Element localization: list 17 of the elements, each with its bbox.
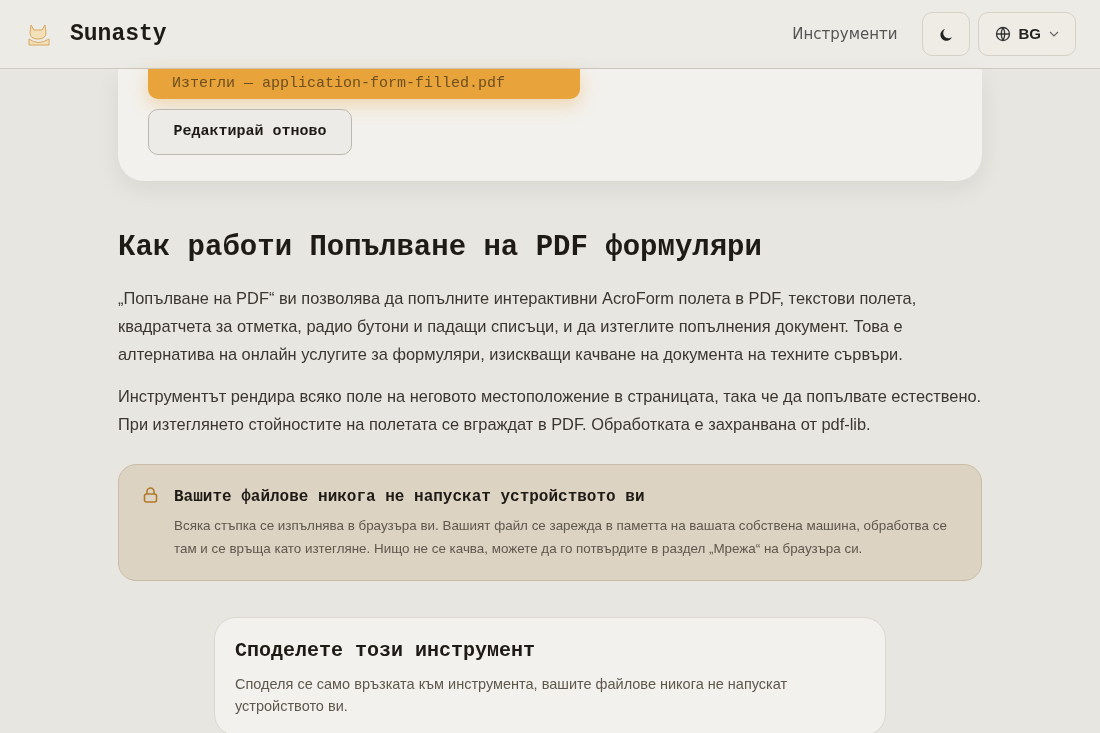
notice-text: Всяка стъпка се изпълнява в браузъра ви. Вашият файл се зарежда в паметта на вашата собствена машина, обработва се там и се връща като изтегляне. Нищо не се качва, можете да го потвърдите в раздел „Мрежа“ на браузъра си. (174, 516, 948, 558)
share-text: Споделя се само връзката към инструмента, вашите файлове никога не напускат устройството ви. (235, 674, 789, 716)
globe-icon (994, 26, 1011, 42)
paragraph: „Попълване на PDF“ ви позволява да попълните интерактивни AcroForm полета в PDF, текстови полета, квадратчета за отметка, радио бутони и падащи списъци, и да изтеглите попълнения документ. Това е алтернатива на онлайн услугите за формуляри, изискващи качване на документа на техните сървъри. (118, 287, 918, 365)
tools-link[interactable]: Инструменти (792, 22, 898, 46)
theme-toggle-button[interactable] (921, 12, 970, 56)
share-title: Споделете този инструмент (235, 637, 537, 664)
paragraph: Инструментът рендира всяко поле на неговото местоположение в страницата, така че да попълвате естествено. При изтеглянето стойностите на полетата се вграждат в PDF. Обработката е захранвана от pdf-lib. (118, 385, 982, 435)
chevron-down-icon (1049, 31, 1059, 37)
lock-icon (143, 486, 158, 503)
section-heading: Как работи Попълване на PDF формуляри (118, 231, 763, 266)
edit-again-button[interactable]: Редактирай отново (148, 109, 352, 155)
brand-name[interactable]: Sunasty (70, 16, 167, 52)
notice-title: Вашите файлове никога не напускат устройството ви (174, 486, 646, 508)
language-button[interactable]: BG (977, 12, 1076, 56)
download-button[interactable]: Изтегли — application-form-filled.pdf (148, 69, 580, 99)
moon-icon (938, 27, 953, 42)
